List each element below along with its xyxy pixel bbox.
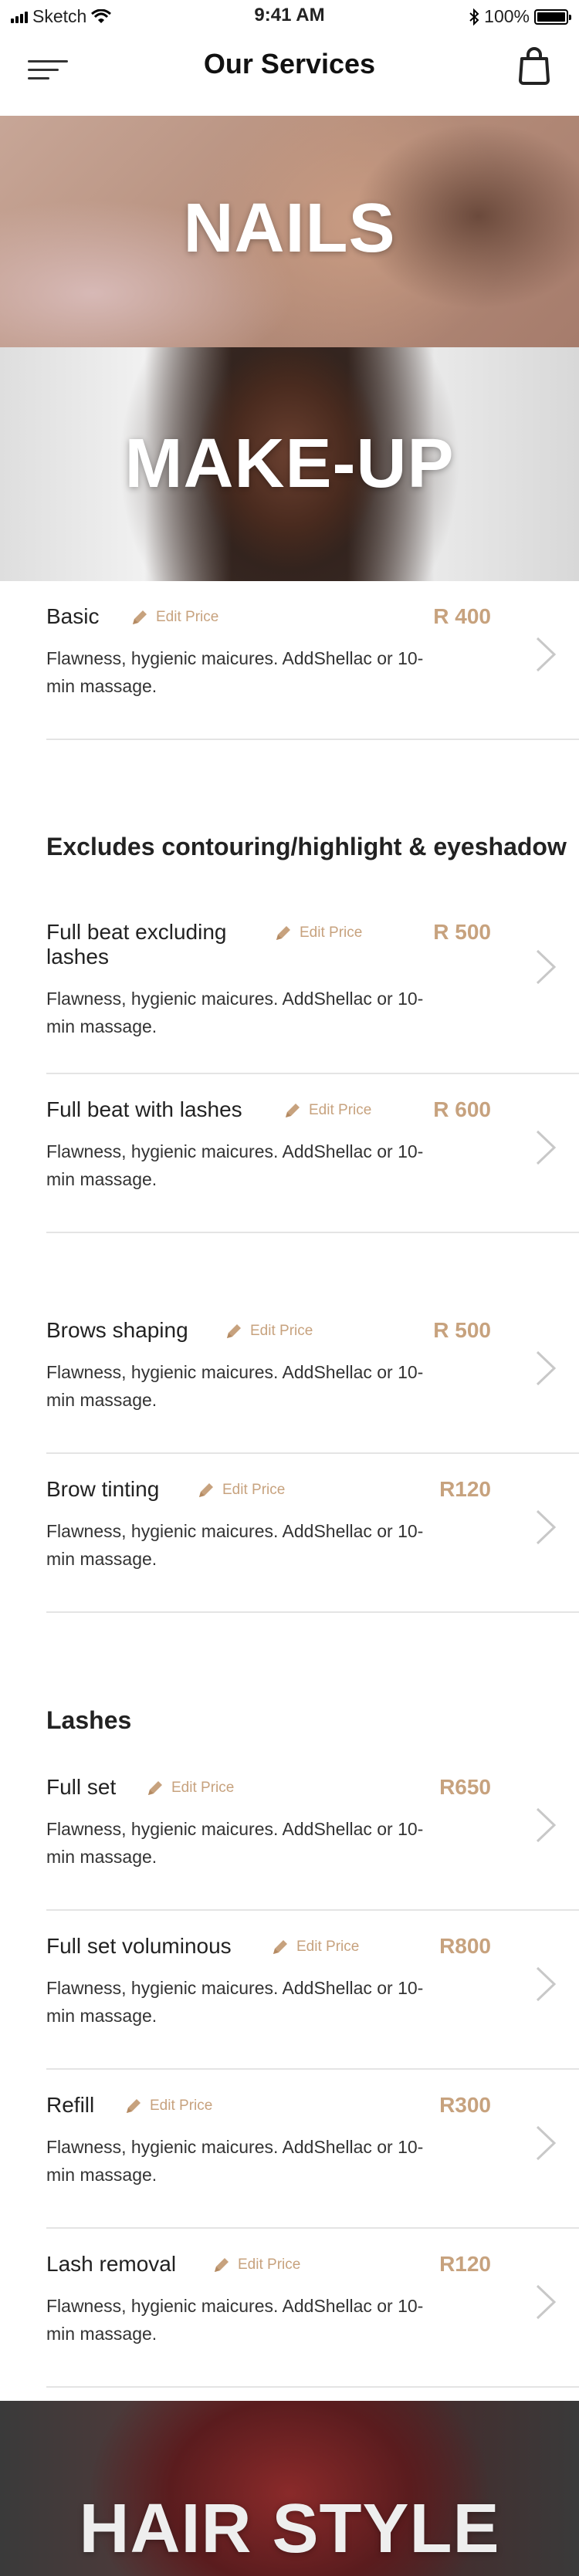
pencil-icon (227, 1324, 241, 1338)
service-description: Flawness, hygienic maicures. AddShellac … (46, 1521, 424, 1569)
pencil-icon (199, 1483, 213, 1497)
service-item[interactable]: Lash removal Edit Price R120 Flawness, h… (46, 2229, 579, 2388)
service-description: Flawness, hygienic maicures. AddShellac … (46, 2137, 424, 2185)
service-name: Full set voluminous (46, 1934, 232, 1958)
chevron-right-icon[interactable] (534, 635, 557, 674)
chevron-right-icon[interactable] (534, 2124, 557, 2162)
edit-price-label: Edit Price (222, 1482, 286, 1498)
nails-banner-title: NAILS (183, 190, 396, 267)
makeup-banner[interactable]: MAKE-UP (0, 347, 579, 581)
edit-price-label: Edit Price (309, 1102, 372, 1118)
divider (46, 739, 579, 740)
shopping-bag-icon[interactable] (517, 46, 551, 85)
service-name: Full beat with lashes (46, 1097, 242, 1121)
nails-banner[interactable]: NAILS (0, 116, 579, 347)
chevron-right-icon[interactable] (534, 1349, 557, 1388)
service-description: Flawness, hygienic maicures. AddShellac … (46, 1141, 424, 1189)
service-item[interactable]: Basic Edit Price R 400 Flawness, hygieni… (46, 581, 579, 740)
edit-price-button[interactable]: Edit Price (124, 2096, 212, 2116)
pencil-icon (148, 1781, 162, 1795)
service-item[interactable]: Refill Edit Price R300 Flawness, hygieni… (46, 2070, 579, 2229)
service-price: R300 (439, 2093, 491, 2117)
service-description: Flawness, hygienic maicures. AddShellac … (46, 1978, 424, 2026)
service-item[interactable]: Brow tinting Edit Price R120 Flawness, h… (46, 1454, 579, 1613)
hairstyle-banner[interactable]: HAIR STYLE (0, 2401, 579, 2576)
hairstyle-banner-title: HAIR STYLE (79, 2490, 500, 2568)
service-description: Flawness, hygienic maicures. AddShellac … (46, 989, 424, 1036)
pencil-icon (273, 1940, 287, 1954)
battery-percent: 100% (484, 6, 530, 26)
service-item[interactable]: Full set voluminous Edit Price R800 Flaw… (46, 1911, 579, 2070)
edit-price-label: Edit Price (250, 1323, 313, 1339)
battery-icon (534, 8, 571, 25)
chevron-right-icon[interactable] (534, 1965, 557, 2003)
service-price: R800 (439, 1934, 491, 1958)
edit-price-button[interactable]: Edit Price (224, 1321, 313, 1341)
service-description: Flawness, hygienic maicures. AddShellac … (46, 1819, 424, 1867)
edit-price-label: Edit Price (300, 925, 363, 941)
service-name: Full set (46, 1775, 117, 1799)
service-item[interactable]: Brows shaping Edit Price R 500 Flawness,… (46, 1295, 579, 1454)
edit-price-button[interactable]: Edit Price (196, 1480, 285, 1500)
chevron-right-icon[interactable] (534, 1508, 557, 1547)
chevron-right-icon[interactable] (534, 948, 557, 986)
edit-price-label: Edit Price (296, 1939, 360, 1955)
service-name: Lash removal (46, 2252, 177, 2276)
bluetooth-icon (469, 8, 479, 25)
edit-price-button[interactable]: Edit Price (212, 2255, 300, 2275)
service-price: R 500 (433, 920, 491, 944)
service-item[interactable]: Full beat excluding lashes Edit Price R … (46, 915, 579, 1074)
edit-price-button[interactable]: Edit Price (273, 923, 362, 943)
chevron-right-icon[interactable] (534, 1128, 557, 1167)
pencil-icon (127, 2099, 141, 2113)
page-title: Our Services (203, 48, 376, 79)
service-name: Full beat excluding lashes (46, 920, 227, 969)
service-name: Basic (46, 604, 100, 628)
status-right: 100% (469, 6, 571, 27)
nav-bar: Our Services (0, 31, 579, 116)
service-price: R 400 (433, 604, 491, 628)
section-title-contouring: Excludes contouring/highlight & eyeshado… (46, 833, 567, 860)
service-price: R 500 (433, 1318, 491, 1342)
divider (46, 1611, 579, 1613)
edit-price-button[interactable]: Edit Price (283, 1100, 371, 1121)
service-name: Brow tinting (46, 1477, 160, 1501)
pencil-icon (276, 926, 290, 940)
service-price: R120 (439, 2252, 491, 2276)
service-description: Flawness, hygienic maicures. AddShellac … (46, 1362, 424, 1410)
edit-price-label: Edit Price (150, 2098, 213, 2114)
service-description: Flawness, hygienic maicures. AddShellac … (46, 2296, 424, 2344)
pencil-icon (286, 1104, 300, 1117)
edit-price-label: Edit Price (171, 1780, 235, 1796)
edit-price-button[interactable]: Edit Price (270, 1937, 359, 1957)
service-price: R120 (439, 1477, 491, 1501)
makeup-banner-title: MAKE-UP (124, 425, 455, 502)
divider (46, 2386, 579, 2388)
status-bar: Sketch 9:41 AM 100% (0, 0, 579, 31)
service-item[interactable]: Full beat with lashes Edit Price R 600 F… (46, 1074, 579, 1233)
edit-price-label: Edit Price (238, 2257, 301, 2273)
chevron-right-icon[interactable] (534, 2283, 557, 2321)
divider (46, 1232, 579, 1233)
edit-price-label: Edit Price (156, 609, 219, 625)
service-name: Brows shaping (46, 1318, 188, 1342)
pencil-icon (133, 610, 147, 624)
chevron-right-icon[interactable] (534, 1806, 557, 1844)
edit-price-button[interactable]: Edit Price (145, 1778, 234, 1798)
service-price: R 600 (433, 1097, 491, 1121)
service-price: R650 (439, 1775, 491, 1799)
edit-price-button[interactable]: Edit Price (130, 607, 218, 627)
service-item[interactable]: Full set Edit Price R650 Flawness, hygie… (46, 1752, 579, 1911)
section-title-lashes: Lashes (46, 1706, 132, 1734)
service-description: Flawness, hygienic maicures. AddShellac … (46, 648, 424, 696)
service-name: Refill (46, 2093, 95, 2117)
pencil-icon (215, 2258, 229, 2272)
